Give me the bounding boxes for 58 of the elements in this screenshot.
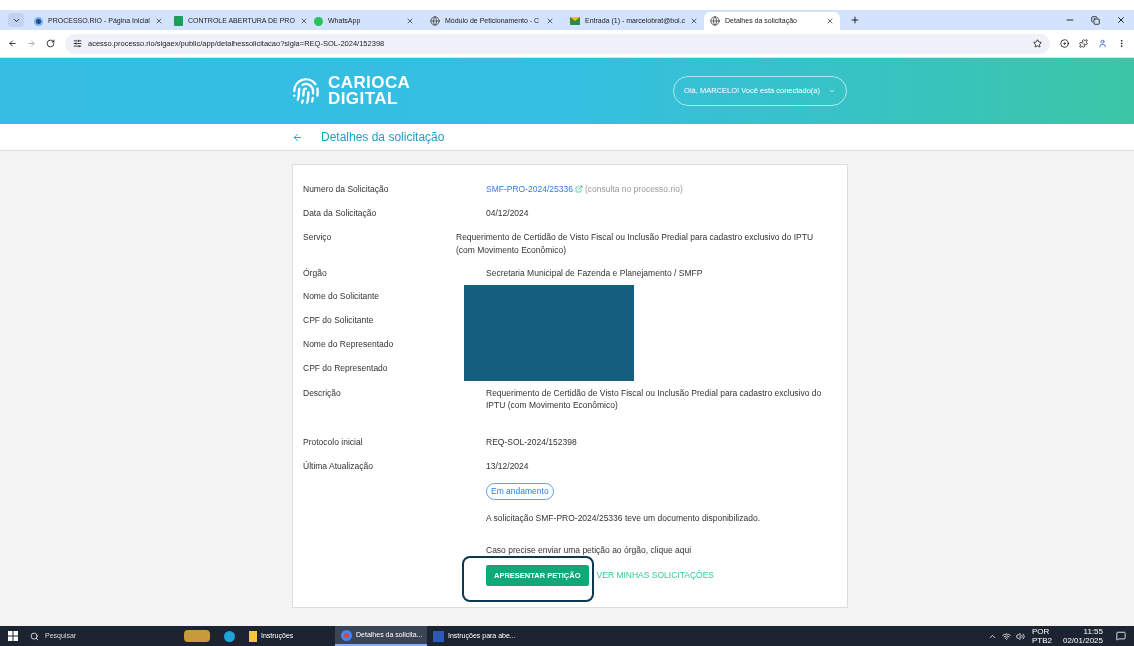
- widgets-icon[interactable]: [184, 630, 210, 642]
- reload-icon[interactable]: [46, 39, 55, 48]
- volume-icon[interactable]: [1015, 631, 1025, 641]
- field-value: REQ-SOL-2024/152398: [486, 436, 578, 449]
- brand-name: CARIOCA: [328, 75, 411, 91]
- network-icon[interactable]: [1001, 631, 1011, 641]
- field-label: Última Atualização: [303, 460, 374, 473]
- field-label: Data da Solicitação: [303, 207, 378, 220]
- clock-date[interactable]: 02/01/2025: [1062, 636, 1103, 645]
- site-info-icon: [73, 39, 82, 48]
- profile-icon[interactable]: [1098, 39, 1107, 48]
- field-value: Requerimento de Certidão de Visto Fiscal ou Inclusão Predial para cadastro exclusivo do IPTU (com Movimento Econômico): [486, 386, 823, 412]
- field-value: 04/12/2024: [486, 207, 530, 220]
- chat-bubble-icon: [314, 16, 323, 26]
- field-label: Descrição: [303, 386, 342, 400]
- globe-icon: [430, 16, 440, 26]
- envelope-icon: [570, 17, 580, 25]
- spreadsheet-icon: [174, 16, 183, 26]
- instruction-text: Caso precise enviar uma petição ao órgão, clique aqui: [486, 543, 692, 557]
- field-label: Numero da Solicitação: [303, 183, 390, 196]
- field-label: CPF do Representado: [303, 362, 389, 375]
- search-icon: [30, 631, 39, 641]
- page-title: Detalhes da solicitação: [321, 129, 445, 146]
- restore-icon[interactable]: [1091, 15, 1100, 25]
- start-icon[interactable]: [8, 631, 18, 641]
- globe-icon: [710, 16, 720, 26]
- extensions-icon[interactable]: [1079, 39, 1088, 48]
- field-label: Órgão: [303, 266, 328, 280]
- field-label: CPF do Solicitante: [303, 314, 375, 327]
- fingerprint-logo-icon: [292, 77, 320, 105]
- notifications-icon[interactable]: [1116, 631, 1126, 641]
- language-indicator[interactable]: PTB2: [1031, 636, 1052, 645]
- field-label: Serviço: [303, 231, 333, 244]
- bookmark-star-icon[interactable]: [1033, 39, 1042, 48]
- field-value: Secretaria Municipal de Fazenda e Planejamento / SMFP: [486, 266, 704, 280]
- browser-icon: [341, 629, 352, 641]
- field-label: Nome do Representado: [303, 338, 395, 351]
- clock-time[interactable]: 11:55: [1083, 627, 1103, 636]
- globe-logo-icon: [34, 16, 43, 26]
- caret-icon: [828, 87, 836, 95]
- link-note: (consulta no processo.rio): [584, 183, 683, 196]
- close-icon[interactable]: [1116, 15, 1126, 25]
- menu-icon[interactable]: [1117, 39, 1126, 48]
- language-indicator[interactable]: POR: [1031, 627, 1052, 636]
- close-icon[interactable]: [826, 17, 834, 25]
- back-icon[interactable]: [8, 39, 17, 48]
- folder-icon: [249, 630, 257, 642]
- status-message: A solicitação SMF-PRO-2024/25336 teve um documento disponibilizado.: [486, 511, 761, 525]
- field-label: Protocolo inicial: [303, 436, 364, 449]
- new-tab-icon[interactable]: [850, 15, 860, 25]
- field-value: 13/12/2024: [486, 460, 530, 473]
- back-arrow-icon[interactable]: [292, 131, 303, 143]
- document-icon: [433, 630, 444, 642]
- field-label: Nome do Solicitante: [303, 290, 381, 303]
- browser-edge-icon[interactable]: [224, 630, 235, 642]
- request-number-link[interactable]: SMF-PRO-2024/25336: [486, 183, 573, 196]
- field-value: Requerimento de Certidão de Visto Fiscal ou Inclusão Predial para cadastro exclusivo do IPTU (com Movimento Econômico): [456, 231, 815, 257]
- brand-name: DIGITAL: [328, 91, 399, 107]
